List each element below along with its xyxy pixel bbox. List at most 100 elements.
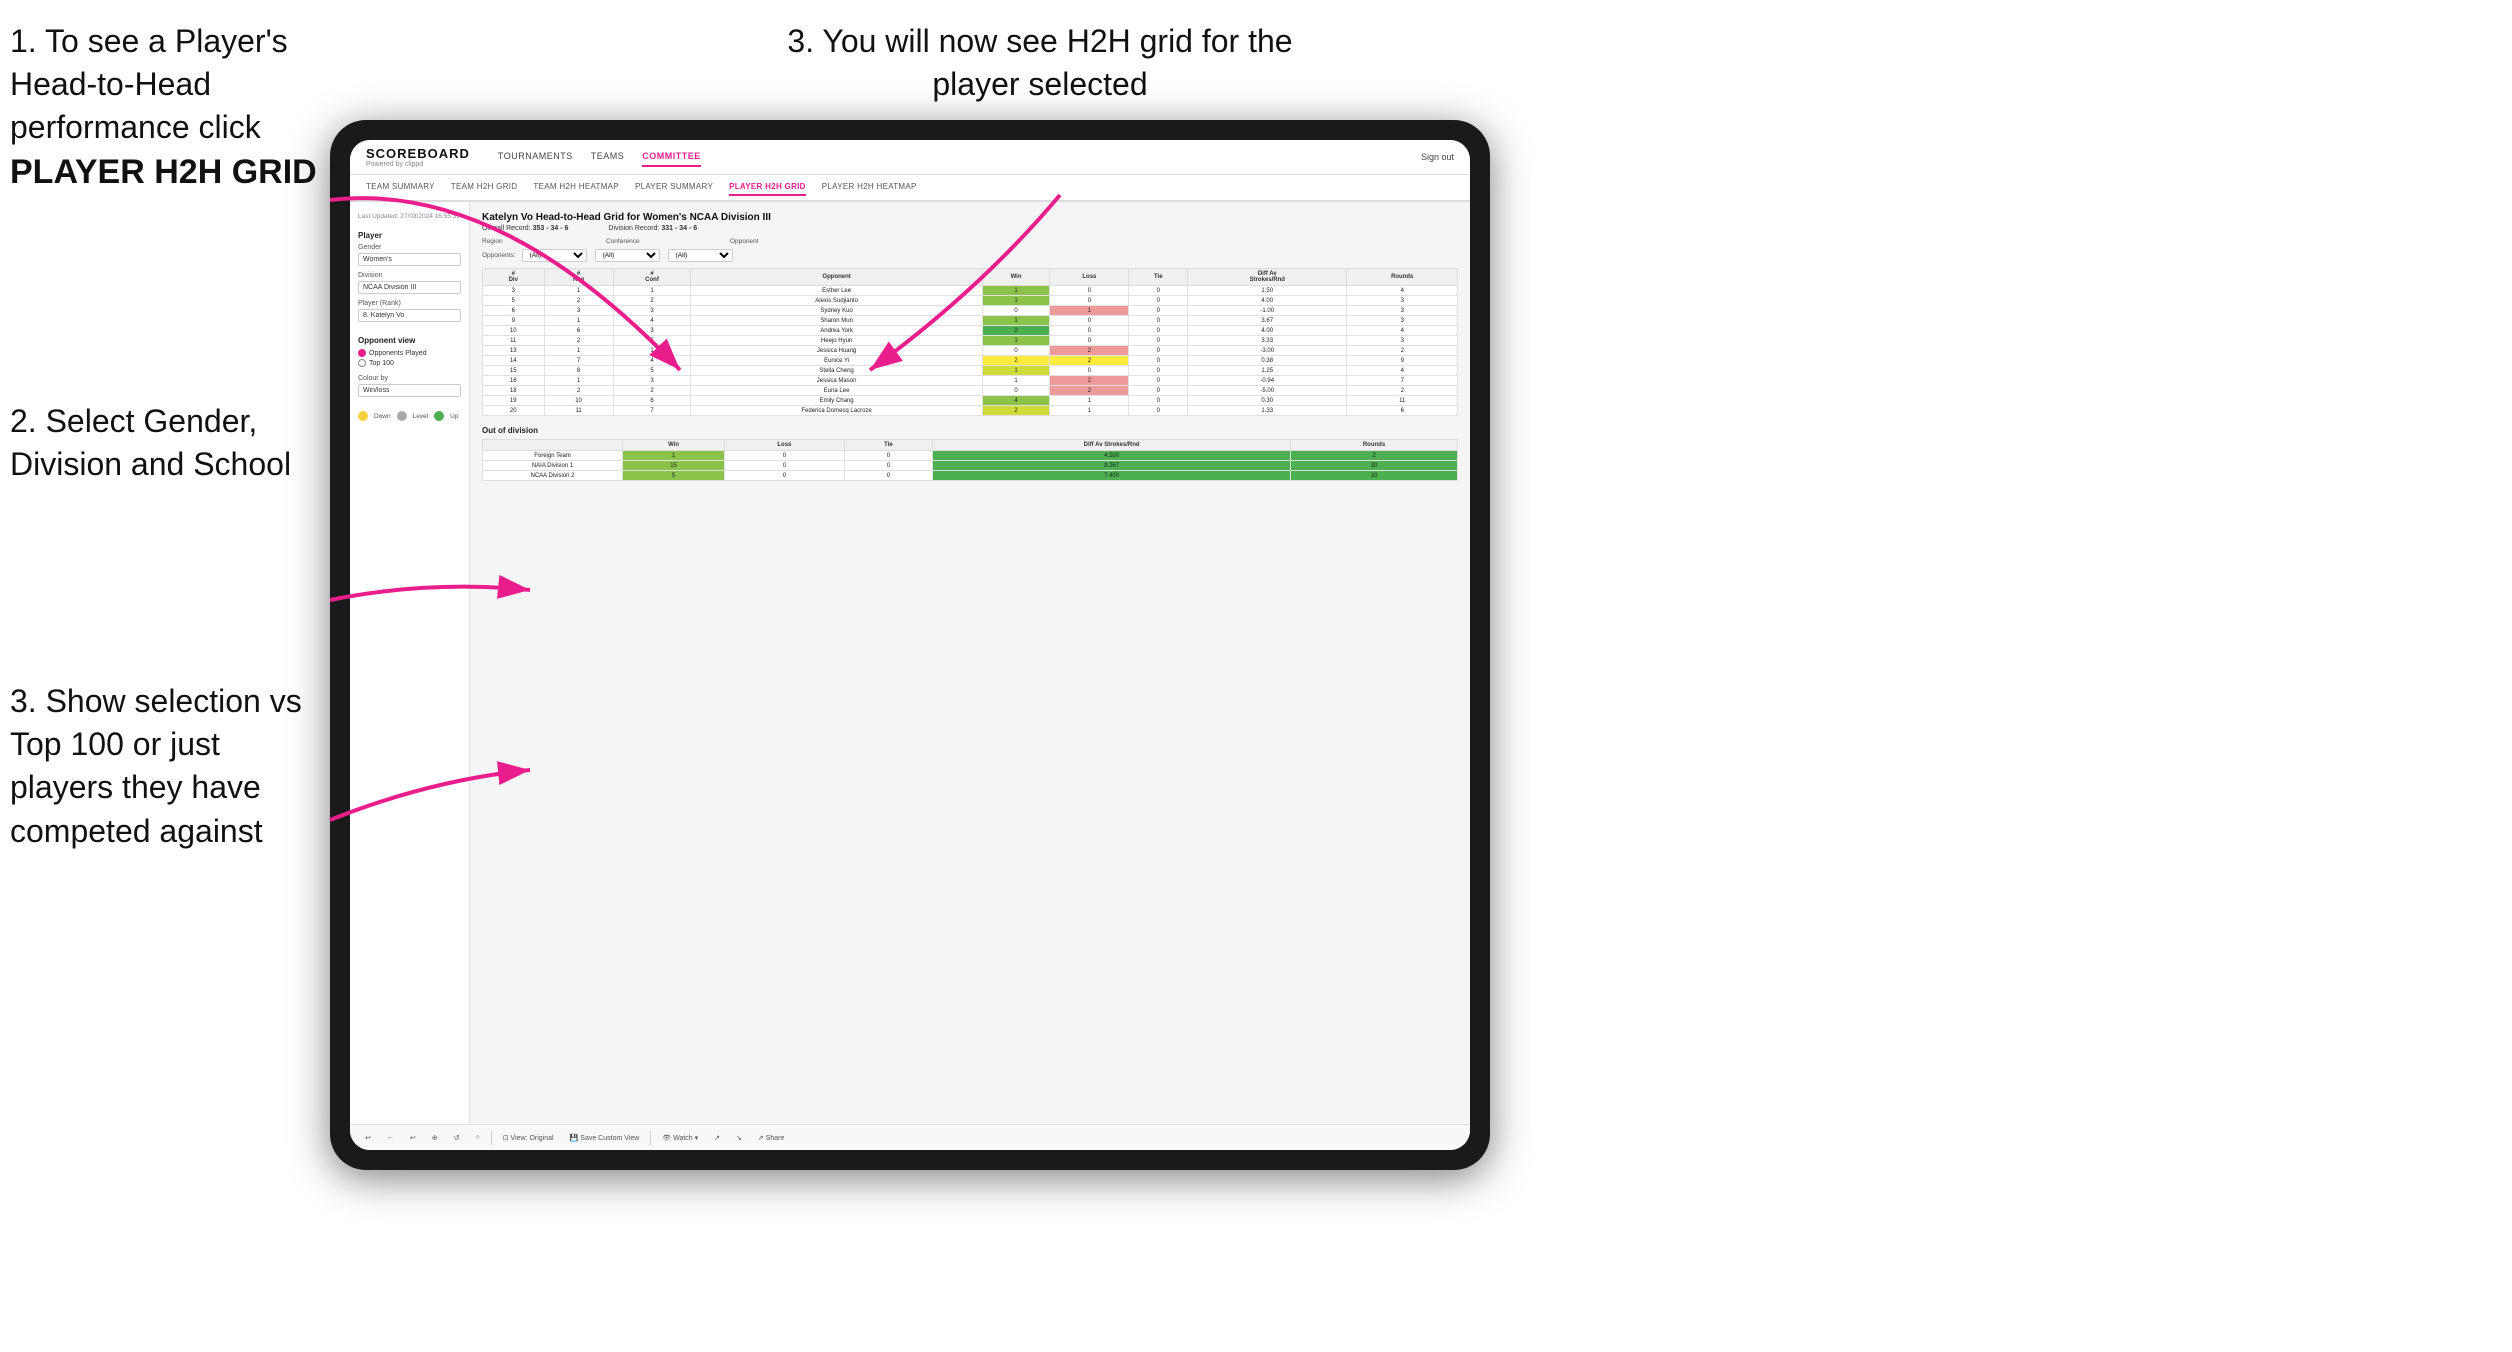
th-win: Win xyxy=(982,269,1050,286)
legend-level-dot xyxy=(397,411,407,421)
th-rounds: Rounds xyxy=(1347,269,1458,286)
logo-sub: Powered by clippd xyxy=(366,161,470,168)
legend-level-label: Level xyxy=(413,413,429,420)
opponent-filter[interactable]: (All) xyxy=(668,249,733,262)
colour-select[interactable]: Win/loss xyxy=(358,384,461,397)
region-filter-label: Region xyxy=(482,238,582,245)
table-row: Foreign Team 1 0 0 4.500 2 xyxy=(483,451,1458,461)
sidebar-timestamp: Last Updated: 27/03/2024 16:55:39 xyxy=(358,212,461,221)
step1-text: 1. To see a Player's Head-to-Head perfor… xyxy=(10,23,288,145)
sub-nav: TEAM SUMMARY TEAM H2H GRID TEAM H2H HEAT… xyxy=(350,175,1470,202)
instruction-step2: 2. Select Gender, Division and School xyxy=(10,400,320,486)
grid-area: Katelyn Vo Head-to-Head Grid for Women's… xyxy=(470,202,1470,1150)
table-row: NAIA Division 1 15 0 0 9.267 30 xyxy=(483,461,1458,471)
th-opponent: Opponent xyxy=(691,269,982,286)
division-select[interactable]: NCAA Division III xyxy=(358,281,461,294)
radio-top100[interactable]: Top 100 xyxy=(358,359,461,367)
th-od-rounds: Rounds xyxy=(1291,440,1458,451)
radio-dot-top100 xyxy=(358,359,366,367)
conference-filter-label: Conference xyxy=(606,238,706,245)
toolbar-redo[interactable]: ↩ xyxy=(405,1132,421,1144)
table-row: 15 8 5 Stella Cheng 1 0 0 1.25 4 xyxy=(483,366,1458,376)
th-tie: Tie xyxy=(1129,269,1188,286)
step1-bold: PLAYER H2H GRID xyxy=(10,153,317,191)
subnav-team-h2h-heatmap[interactable]: TEAM H2H HEATMAP xyxy=(533,179,619,196)
radio-label-top100: Top 100 xyxy=(369,360,394,367)
subnav-team-h2h-grid[interactable]: TEAM H2H GRID xyxy=(451,179,518,196)
conference-filter[interactable]: (All) xyxy=(595,249,660,262)
nav-tournaments[interactable]: TOURNAMENTS xyxy=(498,147,573,167)
toolbar-refresh[interactable]: ↺ xyxy=(449,1132,465,1144)
table-row: 20 11 7 Federica Domecq Lacroze 2 1 0 1.… xyxy=(483,406,1458,416)
grid-title: Katelyn Vo Head-to-Head Grid for Women's… xyxy=(482,212,1458,223)
table-row: 19 10 6 Emily Chang 4 1 0 0.30 11 xyxy=(483,396,1458,406)
nav-teams[interactable]: TEAMS xyxy=(591,147,625,167)
colour-legend: Down Level Up xyxy=(358,411,461,421)
table-row: 5 2 2 Alexis Sudjianto 1 0 0 4.00 3 xyxy=(483,296,1458,306)
filter-section-headers: Region Conference Opponent xyxy=(482,238,1458,245)
h2h-table: #Div #Reg #Conf Opponent Win Loss Tie Di… xyxy=(482,268,1458,416)
toolbar-divider2 xyxy=(650,1131,651,1145)
toolbar-save-custom[interactable]: 💾 Save Custom View xyxy=(565,1132,645,1144)
player-rank-label: Player (Rank) xyxy=(358,300,461,307)
table-row: 14 7 4 Eunice Yi 2 2 0 0.38 9 xyxy=(483,356,1458,366)
toolbar-expand[interactable]: ↗ xyxy=(709,1132,725,1144)
table-row: 6 3 3 Sydney Kuo 0 1 0 -1.00 3 xyxy=(483,306,1458,316)
th-conf: #Conf xyxy=(613,269,691,286)
main-nav: TOURNAMENTS TEAMS COMMITTEE xyxy=(498,147,1401,167)
bottom-toolbar: ↩ ← ↩ ⊕ ↺ ○ ⊡ View: Original 💾 Save Cust… xyxy=(350,1124,1470,1150)
opponents-filter[interactable]: (All) xyxy=(522,249,587,262)
gender-select[interactable]: Women's xyxy=(358,253,461,266)
player-section-title: Player xyxy=(358,231,461,240)
radio-opponents-played[interactable]: Opponents Played xyxy=(358,349,461,357)
legend-down-dot xyxy=(358,411,368,421)
opponent-view-radios: Opponents Played Top 100 xyxy=(358,349,461,367)
subnav-team-summary[interactable]: TEAM SUMMARY xyxy=(366,179,435,196)
division-record-value: 331 - 34 - 6 xyxy=(661,225,697,232)
overall-record-value: 353 - 34 - 6 xyxy=(533,225,569,232)
th-od-loss: Loss xyxy=(725,440,845,451)
table-row: 9 1 4 Sharon Mun 1 0 0 3.67 3 xyxy=(483,316,1458,326)
opponent-view-title: Opponent view xyxy=(358,336,461,345)
legend-up-label: Up xyxy=(450,413,458,420)
table-row: 10 6 3 Andrea York 2 0 0 4.00 4 xyxy=(483,326,1458,336)
division-record-label: Division Record: xyxy=(608,225,659,232)
division-label: Division xyxy=(358,272,461,279)
step3-right-text: 3. You will now see H2H grid for the pla… xyxy=(787,23,1292,102)
toolbar-add[interactable]: ⊕ xyxy=(427,1132,443,1144)
sign-out-link[interactable]: Sign out xyxy=(1421,152,1454,162)
th-od-name xyxy=(483,440,623,451)
table-row: 16 1 3 Jessica Mason 1 2 0 -0.94 7 xyxy=(483,376,1458,386)
player-rank-select[interactable]: 8. Katelyn Vo xyxy=(358,309,461,322)
subnav-player-summary[interactable]: PLAYER SUMMARY xyxy=(635,179,713,196)
toolbar-undo[interactable]: ↩ xyxy=(360,1132,376,1144)
logo-text: SCOREBOARD xyxy=(366,146,470,161)
subnav-player-h2h-grid[interactable]: PLAYER H2H GRID xyxy=(729,179,806,196)
instruction-step3-right: 3. You will now see H2H grid for the pla… xyxy=(760,20,1320,106)
out-division-title: Out of division xyxy=(482,426,1458,435)
table-row: 3 1 1 Esther Lee 1 0 0 1.50 4 xyxy=(483,286,1458,296)
nav-committee[interactable]: COMMITTEE xyxy=(642,147,701,167)
filter-row: Opponents: (All) (All) (All) xyxy=(482,249,1458,262)
sidebar: Last Updated: 27/03/2024 16:55:39 Player… xyxy=(350,202,470,1150)
overall-record-label: Overall Record: xyxy=(482,225,531,232)
table-row: 11 2 5 Heejo Hyun 1 0 0 3.33 3 xyxy=(483,336,1458,346)
toolbar-view-original[interactable]: ⊡ View: Original xyxy=(498,1132,559,1144)
th-loss: Loss xyxy=(1050,269,1129,286)
step2-text: 2. Select Gender, Division and School xyxy=(10,403,291,482)
toolbar-watch[interactable]: 👁 Watch ▾ xyxy=(657,1132,703,1144)
toolbar-share[interactable]: ⇗ Share xyxy=(753,1132,790,1144)
toolbar-circle[interactable]: ○ xyxy=(471,1132,485,1143)
subnav-player-h2h-heatmap[interactable]: PLAYER H2H HEATMAP xyxy=(822,179,917,196)
colour-label: Colour by xyxy=(358,375,461,382)
radio-label-opponents: Opponents Played xyxy=(369,350,427,357)
app-header: SCOREBOARD Powered by clippd TOURNAMENTS… xyxy=(350,140,1470,175)
step3-left-text: 3. Show selection vs Top 100 or just pla… xyxy=(10,683,302,849)
table-row: 13 1 1 Jessica Huang 0 2 0 -3.00 2 xyxy=(483,346,1458,356)
th-od-tie: Tie xyxy=(844,440,933,451)
toolbar-collapse[interactable]: ↘ xyxy=(731,1132,747,1144)
toolbar-back[interactable]: ← xyxy=(382,1132,399,1143)
legend-up-dot xyxy=(434,411,444,421)
gender-label: Gender xyxy=(358,244,461,251)
division-record: Division Record: 331 - 34 - 6 xyxy=(608,225,697,232)
